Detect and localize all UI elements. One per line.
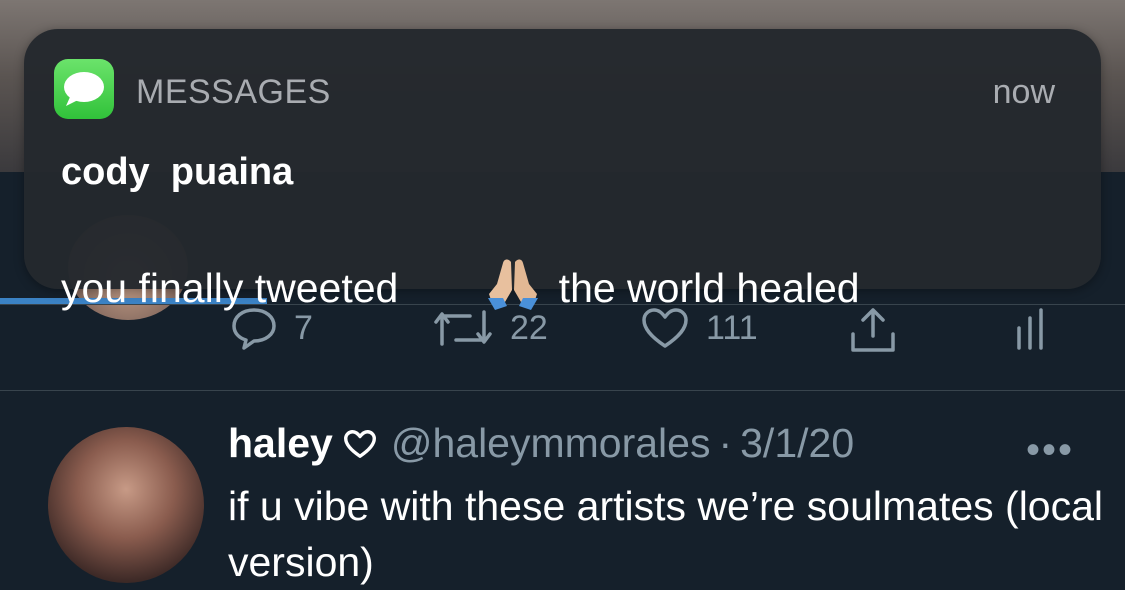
analytics-icon — [1017, 308, 1043, 350]
message-text-after: the world healed — [558, 264, 860, 311]
more-options-icon[interactable]: ••• — [1026, 428, 1074, 473]
messages-app-icon — [54, 59, 114, 119]
tweet-author-handle[interactable]: @haleymmorales — [391, 420, 711, 467]
tweet-author-name[interactable]: haley — [228, 420, 333, 467]
notification-app-name: MESSAGES — [136, 73, 331, 111]
tweet-date[interactable]: 3/1/20 — [740, 420, 854, 467]
notification-sender: cody puaina — [61, 151, 294, 193]
message-text-before: you finally tweeted — [61, 264, 399, 311]
analytics-button[interactable] — [1014, 306, 1048, 350]
tweet-divider — [0, 390, 1125, 391]
name-heart-icon — [343, 429, 377, 459]
tweet-header: haley @haleymmorales · 3/1/20 — [228, 420, 854, 467]
haley-avatar[interactable] — [48, 427, 204, 583]
notification-message: you finally tweeted the world healed — [61, 207, 860, 369]
message-notification[interactable]: MESSAGES now cody puaina you finally twe… — [24, 29, 1101, 311]
header-separator: · — [718, 420, 733, 466]
folded-hands-emoji-icon — [414, 207, 542, 369]
notification-time: now — [992, 73, 1055, 111]
tweet-text: if u vibe with these artists we’re soulm… — [228, 483, 1104, 585]
